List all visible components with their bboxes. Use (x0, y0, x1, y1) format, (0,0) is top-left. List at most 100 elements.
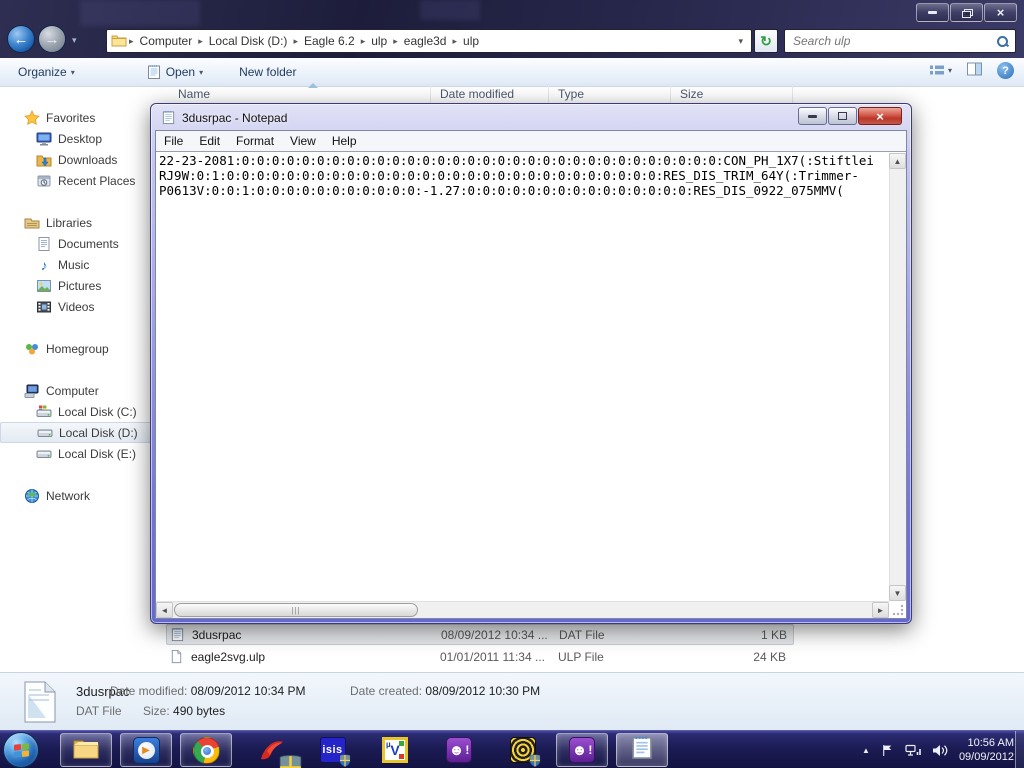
sidebar-item-documents[interactable]: Documents (0, 233, 158, 254)
sidebar-item-favorites[interactable]: Favorites (0, 107, 158, 128)
play-icon: ▶ (142, 744, 150, 756)
file-row-3dusrpac[interactable]: 3dusrpac 08/09/2012 10:34 ... DAT File 1… (166, 624, 794, 645)
menu-view[interactable]: View (282, 134, 324, 148)
back-button[interactable]: ← (7, 25, 35, 53)
sidebar-label: Local Disk (E:) (58, 446, 137, 461)
taskbar-yahoo-messenger-button[interactable]: ☻! (436, 733, 482, 767)
menu-file[interactable]: File (156, 134, 191, 148)
taskbar-eagle-button[interactable] (248, 733, 302, 768)
menu-format[interactable]: Format (228, 134, 282, 148)
start-button[interactable] (3, 732, 39, 768)
organize-button[interactable]: Organize ▾ (10, 61, 83, 83)
clock[interactable]: 10:56 AM 09/09/2012 (959, 736, 1014, 764)
notepad-titlebar[interactable]: 3dusrpac - Notepad (161, 110, 287, 125)
file-row-eagle2svg[interactable]: eagle2svg.ulp 01/01/2011 11:34 ... ULP F… (166, 646, 794, 667)
sidebar-item-videos[interactable]: Videos (0, 296, 158, 317)
open-button[interactable]: Open ▾ (138, 60, 211, 84)
star-icon (24, 109, 40, 126)
date-created-value: 08/09/2012 10:30 PM (425, 684, 541, 698)
network-tray-icon[interactable] (905, 744, 921, 757)
scroll-up-button[interactable]: ▲ (889, 153, 906, 169)
sidebar-item-music[interactable]: ♪ Music (0, 254, 158, 275)
sidebar-item-computer[interactable]: Computer (0, 380, 158, 401)
column-divider[interactable] (670, 85, 671, 103)
taskbar-isis-button[interactable]: isis (310, 733, 356, 767)
column-divider[interactable] (430, 85, 431, 103)
notepad-text-area[interactable]: 22-23-2081:0:0:0:0:0:0:0:0:0:0:0:0:0:0:0… (156, 151, 906, 618)
sidebar-label: Network (46, 488, 91, 503)
sidebar-item-libraries[interactable]: Libraries (0, 212, 158, 233)
music-note-icon: ♪ (40, 256, 48, 273)
menu-help[interactable]: Help (324, 134, 365, 148)
column-header-date-modified[interactable]: Date modified (440, 87, 514, 101)
windows-logo-icon (13, 742, 29, 758)
network-globe-icon (24, 488, 40, 504)
help-button[interactable]: ? (997, 62, 1014, 79)
action-center-flag-icon[interactable] (881, 744, 894, 757)
sidebar-item-recent-places[interactable]: Recent Places (0, 170, 158, 191)
taskbar-spiral-app-button[interactable] (500, 733, 546, 767)
explorer-minimize-button[interactable] (916, 3, 949, 22)
volume-icon[interactable] (932, 744, 948, 757)
preview-pane-button[interactable] (966, 62, 983, 79)
recent-pages-dropdown-icon[interactable]: ▾ (72, 35, 77, 46)
breadcrumb-eagle3d[interactable]: eagle3d (400, 34, 451, 48)
taskbar-explorer-button[interactable] (60, 733, 112, 767)
notepad-maximize-button[interactable] (828, 107, 857, 125)
sidebar-item-homegroup[interactable]: Homegroup (0, 338, 158, 359)
sidebar-item-pictures[interactable]: Pictures (0, 275, 158, 296)
search-box[interactable] (784, 29, 1016, 53)
breadcrumb-computer[interactable]: Computer (136, 34, 197, 48)
scroll-down-button[interactable]: ▼ (889, 585, 906, 601)
notepad-close-button[interactable]: × (858, 107, 902, 125)
forward-arrow-icon: → (44, 30, 60, 48)
taskbar-uvision-button[interactable]: µ V (372, 733, 418, 767)
change-view-button[interactable]: ▾ (929, 64, 952, 77)
column-divider[interactable] (548, 85, 549, 103)
file-type: DAT File (559, 627, 605, 642)
column-header-name[interactable]: Name (178, 87, 210, 101)
notepad-minimize-button[interactable] (798, 107, 827, 125)
system-tray: ▲ 10:56 AM 09/09/2012 (862, 731, 1014, 768)
breadcrumb-local-disk-d[interactable]: Local Disk (D:) (205, 34, 292, 48)
taskbar-notepad-button[interactable] (616, 733, 668, 767)
address-bar[interactable]: ▸ Computer ▸ Local Disk (D:) ▸ Eagle 6.2… (106, 29, 752, 53)
breadcrumb-ulp-2[interactable]: ulp (459, 34, 483, 48)
sidebar-item-downloads[interactable]: Downloads (0, 149, 158, 170)
tray-expand-button[interactable]: ▲ (862, 746, 870, 755)
address-dropdown-icon[interactable]: ▾ (734, 36, 747, 47)
menu-edit[interactable]: Edit (191, 134, 228, 148)
vertical-scrollbar[interactable]: ▲ ▼ (889, 153, 906, 601)
search-input[interactable] (791, 33, 996, 49)
taskbar-yahoo-messenger-running-button[interactable]: ☻! (556, 733, 608, 767)
notepad-text[interactable]: 22-23-2081:0:0:0:0:0:0:0:0:0:0:0:0:0:0:0… (156, 152, 889, 601)
scroll-right-button[interactable]: ► (872, 602, 889, 618)
sidebar-label: Music (58, 257, 90, 272)
sidebar-item-local-disk-e[interactable]: Local Disk (E:) (0, 443, 158, 464)
breadcrumb-ulp[interactable]: ulp (367, 34, 391, 48)
column-header-type[interactable]: Type (558, 87, 584, 101)
sidebar-item-desktop[interactable]: Desktop (0, 128, 158, 149)
date-modified-value: 08/09/2012 10:34 PM (190, 684, 306, 698)
recent-places-icon (36, 173, 52, 189)
sidebar-item-local-disk-d[interactable]: Local Disk (D:) (0, 422, 158, 443)
desktop: × ← → ▾ ▸ Computer ▸ Local Disk (D:) ▸ E… (0, 0, 1024, 768)
new-folder-button[interactable]: New folder (231, 61, 304, 83)
sidebar-item-network[interactable]: Network (0, 485, 158, 506)
breadcrumb-eagle[interactable]: Eagle 6.2 (300, 34, 359, 48)
show-desktop-button[interactable] (1015, 731, 1024, 768)
scroll-left-button[interactable]: ◄ (156, 602, 173, 618)
sidebar-label: Desktop (58, 131, 103, 146)
refresh-button[interactable]: ↻ (754, 29, 778, 53)
taskbar-media-player-button[interactable]: ▶ (120, 733, 172, 767)
horizontal-scrollbar[interactable]: ◄ ► ||| (156, 601, 889, 618)
sidebar-item-local-disk-c[interactable]: Local Disk (C:) (0, 401, 158, 422)
resize-grip[interactable] (892, 604, 904, 616)
horizontal-scroll-thumb[interactable]: ||| (174, 603, 418, 617)
forward-button[interactable]: → (38, 25, 66, 53)
column-header-size[interactable]: Size (680, 87, 703, 101)
explorer-close-button[interactable]: × (984, 3, 1017, 22)
explorer-restore-button[interactable] (950, 3, 983, 22)
taskbar-chrome-button[interactable] (180, 733, 232, 767)
column-divider[interactable] (792, 85, 793, 103)
